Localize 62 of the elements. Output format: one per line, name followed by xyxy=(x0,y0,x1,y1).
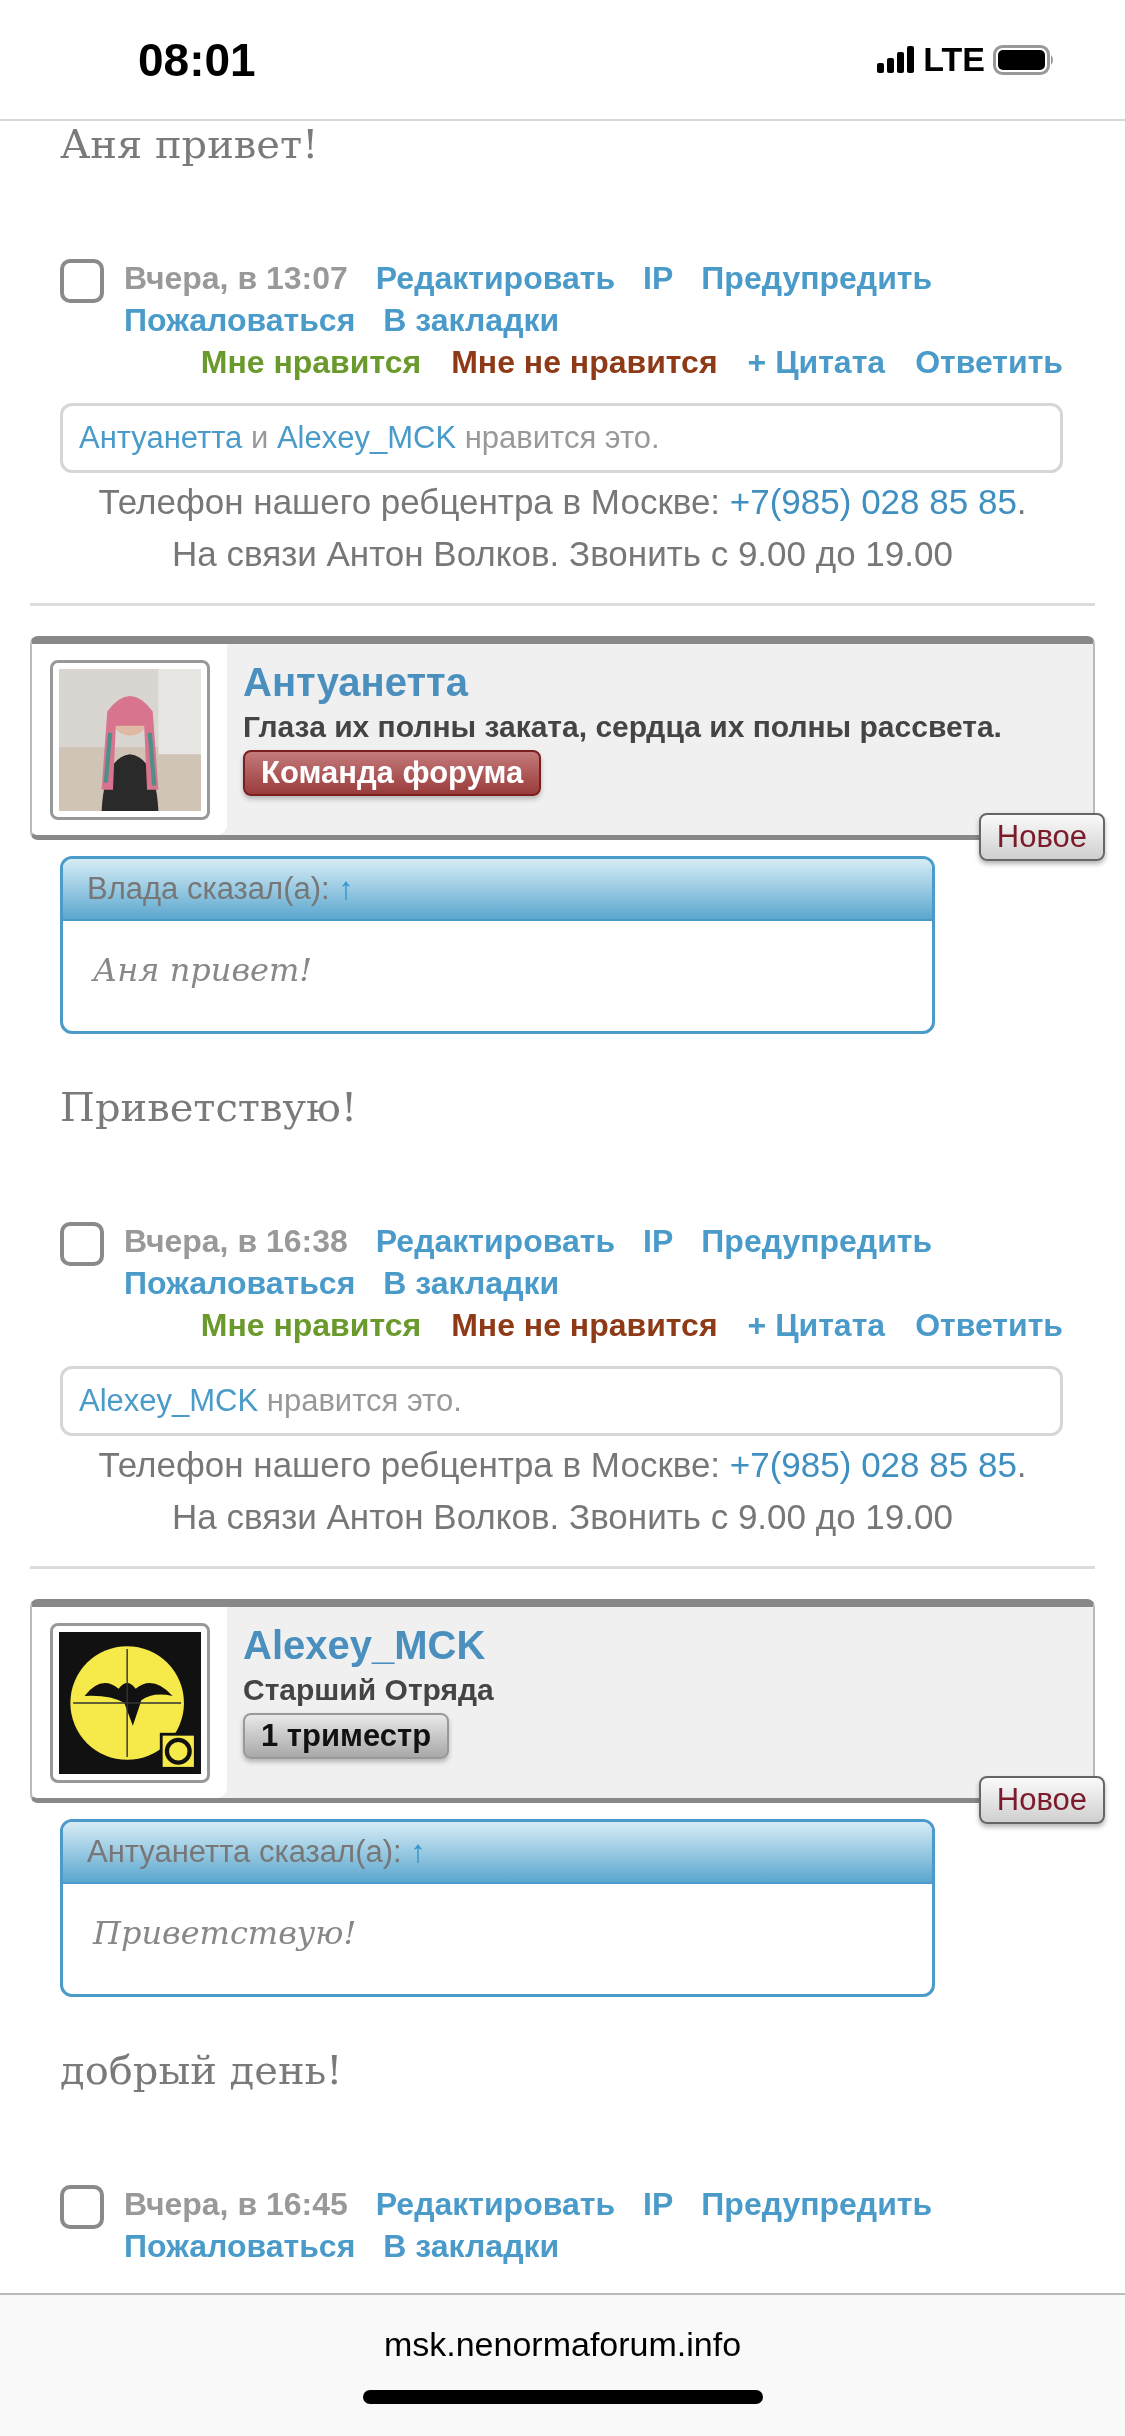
post-date: Вчера, в 13:07 xyxy=(124,259,348,298)
new-label: Новое xyxy=(978,1776,1105,1824)
user-link[interactable]: Антуанетта xyxy=(79,420,243,455)
post-link[interactable]: В закладки xyxy=(383,2225,560,2267)
quote-author: Антуанетта сказал(а): xyxy=(87,1834,402,1869)
post-link[interactable]: Пожаловаться xyxy=(124,2225,356,2267)
clock-time: 08:01 xyxy=(138,32,256,87)
author-status: Старший Отряда xyxy=(243,1672,494,1708)
post-link[interactable]: Редактировать xyxy=(375,1220,616,1262)
reply-link[interactable]: Ответить xyxy=(915,341,1063,383)
post-link[interactable]: Предупредить xyxy=(701,1220,933,1262)
user-group-label: Команда форума xyxy=(243,750,542,796)
message-text: Аня привет! xyxy=(59,121,320,167)
user-link[interactable]: Alexey_MCK xyxy=(79,1383,259,1418)
new-label: Новое xyxy=(978,813,1105,861)
signature-text: Телефон нашего ребцентра в Москве: +7(985) 028 85 85. xyxy=(97,481,1028,523)
post-link[interactable]: Редактировать xyxy=(375,257,616,299)
url-text: msk.nenormaforum.info xyxy=(383,2325,742,2364)
quote-link[interactable]: + Цитата xyxy=(747,1304,886,1346)
post-checkbox[interactable] xyxy=(60,259,104,303)
up-arrow-link[interactable]: ↑ xyxy=(410,1834,426,1869)
quote-text: Аня привет! xyxy=(90,950,314,991)
phone-link[interactable]: +7(985) 028 85 85 xyxy=(729,482,1017,521)
message-text: Приветствую! xyxy=(59,1084,358,1130)
dislike-link[interactable]: Мне не нравится xyxy=(451,1304,718,1346)
quote-author: Влада сказал(а): xyxy=(87,871,330,906)
signature-text: Телефон нашего ребцентра в Москве: +7(985) 028 85 85. xyxy=(97,1444,1028,1486)
author-name[interactable]: Антуанетта xyxy=(243,658,468,706)
post-link[interactable]: Предупредить xyxy=(701,257,933,299)
post-link[interactable]: IP xyxy=(643,1220,674,1262)
dislike-link[interactable]: Мне не нравится xyxy=(451,341,718,383)
quote-link[interactable]: + Цитата xyxy=(747,341,886,383)
post-link[interactable]: IP xyxy=(643,2183,674,2225)
quote-text: Приветствую! xyxy=(91,1913,358,1954)
user-link[interactable]: Alexey_MCK xyxy=(276,420,457,455)
post-checkbox[interactable] xyxy=(60,2185,104,2229)
post-link[interactable]: Пожаловаться xyxy=(124,1262,356,1304)
phone-link[interactable]: +7(985) 028 85 85 xyxy=(729,1445,1017,1484)
post-date: Вчера, в 16:38 xyxy=(124,1222,348,1261)
message-text: добрый день! xyxy=(59,2047,344,2093)
likes-box: Антуанетта и Alexey_MCK нравится это. xyxy=(60,403,1063,473)
post-link[interactable]: Пожаловаться xyxy=(124,299,356,341)
signature-text: На связи Антон Волков. Звонить с 9.00 до 19.00 xyxy=(171,533,954,575)
author-name[interactable]: Alexey_MCK xyxy=(243,1621,486,1669)
like-link[interactable]: Мне нравится xyxy=(200,1304,422,1346)
post-link[interactable]: В закладки xyxy=(383,1262,560,1304)
like-link[interactable]: Мне нравится xyxy=(200,341,422,383)
user-group-label: 1 триместр xyxy=(243,1713,450,1759)
signal-icon xyxy=(877,45,916,74)
likes-box: Alexey_MCK нравится это. xyxy=(60,1366,1063,1436)
post-link[interactable]: Редактировать xyxy=(375,2183,616,2225)
post-date: Вчера, в 16:45 xyxy=(124,2185,348,2224)
post-link[interactable]: В закладки xyxy=(383,299,560,341)
author-status: Глаза их полны заката, сердца их полны рассвета. xyxy=(243,709,1002,745)
network-label: LTE xyxy=(923,40,985,79)
up-arrow-link[interactable]: ↑ xyxy=(338,871,354,906)
signature-text: На связи Антон Волков. Звонить с 9.00 до 19.00 xyxy=(171,1496,954,1538)
post-link[interactable]: IP xyxy=(643,257,674,299)
post-checkbox[interactable] xyxy=(60,1222,104,1266)
reply-link[interactable]: Ответить xyxy=(915,1304,1063,1346)
battery-icon xyxy=(993,44,1055,75)
post-link[interactable]: Предупредить xyxy=(701,2183,933,2225)
